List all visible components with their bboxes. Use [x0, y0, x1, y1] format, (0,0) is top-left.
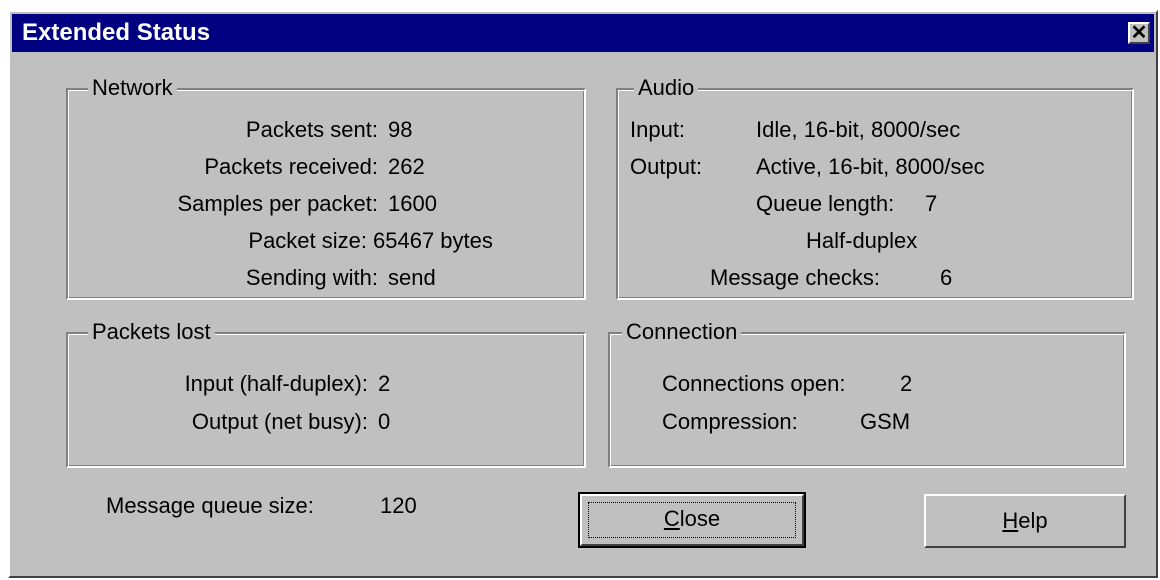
message-checks-value: 6	[940, 265, 953, 290]
duplex-mode: Half-duplex	[806, 228, 918, 253]
packet-size-value: 65467 bytes	[373, 228, 493, 253]
queue-length-label: Queue length:	[756, 191, 895, 216]
message-checks-label: Message checks:	[710, 265, 880, 290]
close-button[interactable]: Close	[578, 492, 806, 548]
audio-input-value: Idle, 16-bit, 8000/sec	[756, 117, 961, 142]
sending-with-label: Sending with:	[245, 265, 378, 290]
message-queue-size-value: 120	[380, 493, 417, 518]
packet-size-label: Packet size:	[248, 228, 367, 253]
close-label-rest: lose	[679, 506, 721, 531]
compression-label: Compression:	[662, 409, 798, 434]
audio-output-label: Output:	[630, 154, 703, 179]
network-group: Network Packets sent: 98 Packets receive…	[66, 74, 586, 300]
connection-group: Connection Connections open: 2 Compressi…	[608, 318, 1126, 468]
title-bar[interactable]: Extended Status ✕	[12, 14, 1154, 52]
packets-sent-value: 98	[388, 117, 413, 142]
queue-length-value: 7	[925, 191, 938, 216]
lost-output-label: Output (net busy):	[191, 409, 368, 434]
connections-open-value: 2	[900, 371, 913, 396]
packets-received-label: Packets received:	[204, 154, 378, 179]
packets-lost-legend: Packets lost	[88, 318, 215, 346]
packets-received-value: 262	[388, 154, 425, 179]
window-title: Extended Status	[22, 19, 211, 46]
audio-legend: Audio	[634, 74, 699, 102]
lost-output-value: 0	[378, 409, 391, 434]
message-queue-size-label: Message queue size:	[106, 493, 314, 518]
close-button-label: Close	[664, 506, 720, 531]
compression-value: GSM	[860, 409, 911, 434]
audio-input-label: Input:	[630, 117, 686, 142]
close-icon[interactable]: ✕	[1128, 22, 1150, 44]
connection-legend: Connection	[622, 318, 742, 346]
samples-per-packet-label: Samples per packet:	[177, 191, 378, 216]
lost-input-label: Input (half-duplex):	[184, 371, 368, 396]
help-button[interactable]: Help	[924, 494, 1126, 548]
connections-open-label: Connections open:	[662, 371, 846, 396]
network-legend: Network	[88, 74, 177, 102]
packets-lost-group: Packets lost Input (half-duplex): 2 Outp…	[66, 318, 586, 468]
packets-sent-label: Packets sent:	[245, 117, 378, 142]
help-mnemonic: H	[1002, 508, 1019, 533]
extended-status-dialog: Extended Status ✕ Network Packets sent: …	[8, 10, 1158, 578]
help-button-label: Help	[1002, 508, 1047, 533]
audio-output-value: Active, 16-bit, 8000/sec	[756, 154, 985, 179]
lost-input-value: 2	[378, 371, 391, 396]
help-label-rest: elp	[1018, 508, 1048, 533]
close-mnemonic: C	[663, 506, 680, 531]
sending-with-value: send	[388, 265, 436, 290]
audio-group: Audio Input: Idle, 16-bit, 8000/sec Outp…	[616, 74, 1134, 300]
samples-per-packet-value: 1600	[388, 191, 437, 216]
